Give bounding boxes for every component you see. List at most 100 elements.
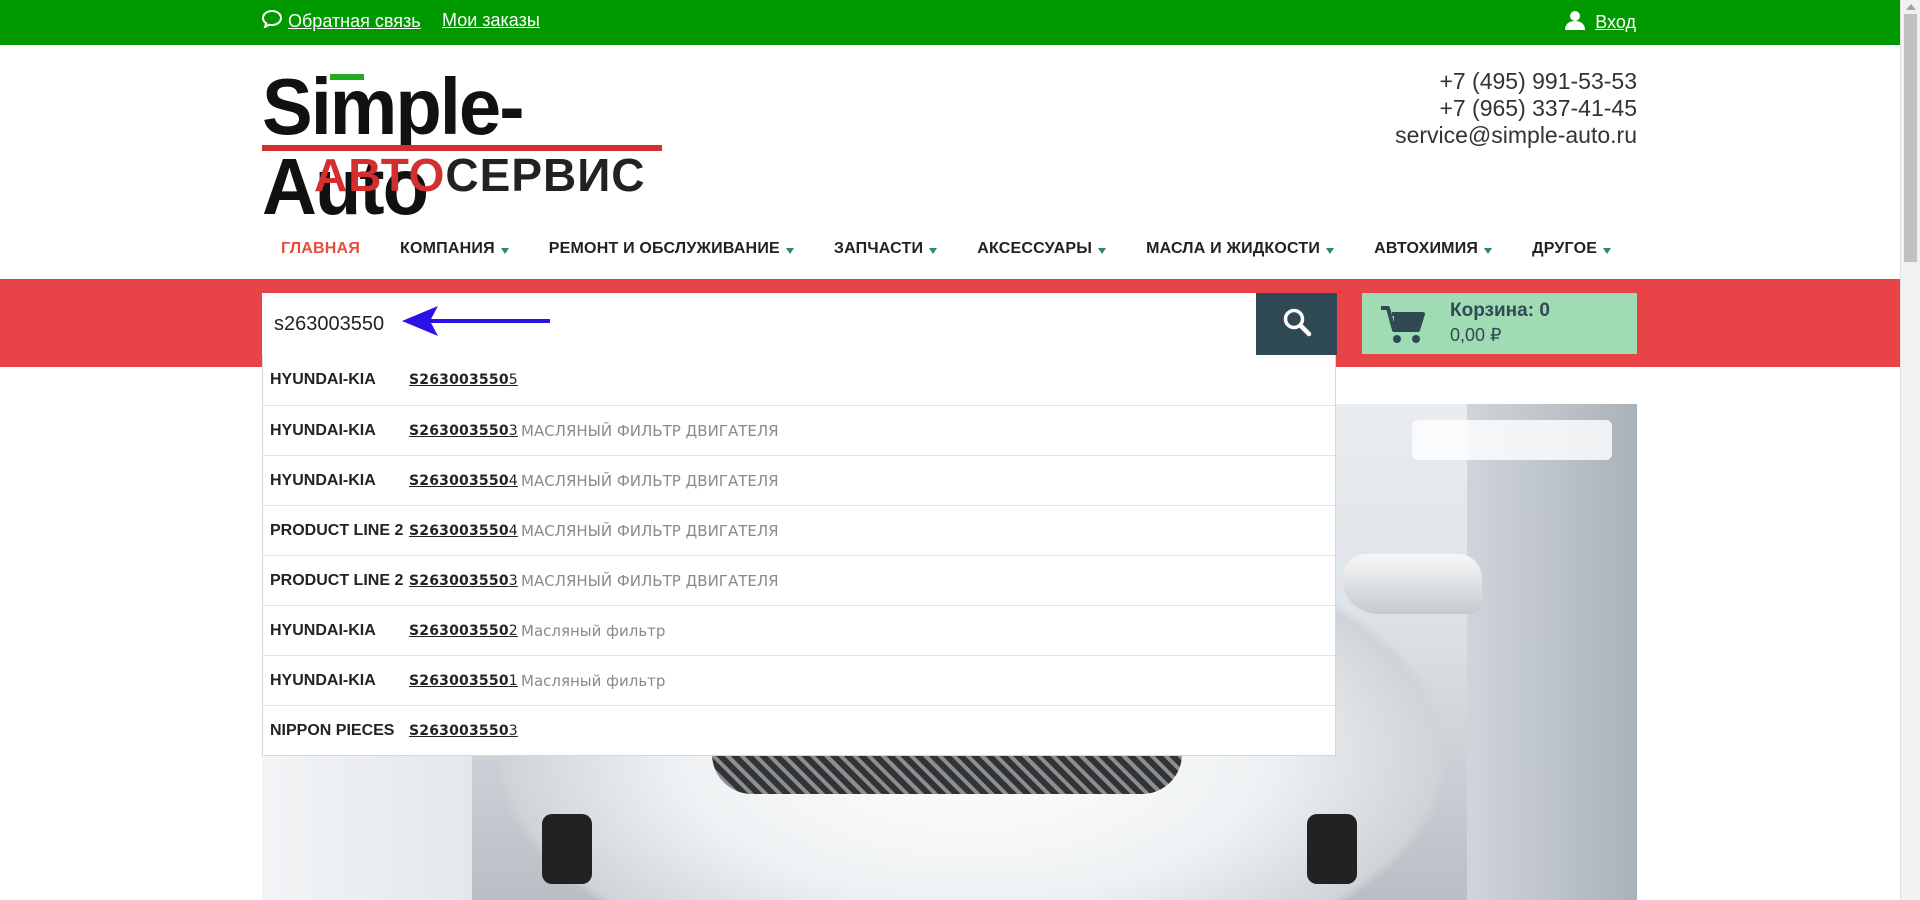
suggestion-code[interactable]: S2630035504 bbox=[409, 523, 521, 539]
caret-down-icon bbox=[929, 248, 938, 254]
suggestion-desc: МАСЛЯНЫЙ ФИЛЬТР ДВИГАТЕЛЯ bbox=[521, 521, 779, 540]
suggestion-code[interactable]: S2630035503 bbox=[409, 573, 521, 589]
caret-down-icon bbox=[785, 248, 794, 254]
caret-down-icon bbox=[1484, 248, 1493, 254]
hero-car-foglamp-left bbox=[542, 814, 592, 884]
nav-item-label: АКСЕССУАРЫ bbox=[977, 240, 1093, 257]
contacts-block: +7 (495) 991-53-53 +7 (965) 337-41-45 se… bbox=[1395, 68, 1637, 149]
logo-subtitle: АВТОСЕРВИС bbox=[314, 150, 646, 201]
logo-subtitle-dark: СЕРВИС bbox=[445, 149, 646, 201]
logo-green-mark bbox=[330, 74, 364, 80]
search-icon bbox=[1282, 307, 1312, 342]
suggestion-code-rest: 3 bbox=[508, 722, 518, 739]
email[interactable]: service@simple-auto.ru bbox=[1395, 122, 1637, 149]
page-scrollbar[interactable] bbox=[1900, 0, 1920, 900]
suggestion-code[interactable]: S2630035503 bbox=[409, 423, 521, 439]
suggestion-row[interactable]: HYUNDAI-KIA S2630035501 Масляный фильтр bbox=[263, 655, 1335, 705]
orders-link[interactable]: Мои заказы bbox=[442, 10, 540, 31]
nav-item-label: ГЛАВНАЯ bbox=[281, 240, 361, 257]
suggestion-code[interactable]: S2630035505 bbox=[409, 372, 521, 388]
suggestion-code[interactable]: S2630035504 bbox=[409, 473, 521, 489]
suggestion-desc: МАСЛЯНЫЙ ФИЛЬТР ДВИГАТЕЛЯ bbox=[521, 571, 779, 590]
feedback-label: Обратная связь bbox=[288, 11, 421, 31]
suggestion-desc: Масляный фильтр bbox=[521, 621, 666, 640]
nav-item-label: МАСЛА И ЖИДКОСТИ bbox=[1146, 240, 1321, 257]
suggestion-code-match: S263003550 bbox=[409, 372, 509, 388]
login-label: Вход bbox=[1595, 12, 1636, 32]
hero-car-mirror bbox=[1342, 554, 1482, 614]
cart-sum: 0,00 ₽ bbox=[1450, 325, 1502, 345]
suggestion-desc: МАСЛЯНЫЙ ФИЛЬТР ДВИГАТЕЛЯ bbox=[521, 471, 779, 490]
suggestion-desc: Масляный фильтр bbox=[521, 671, 666, 690]
suggestion-code[interactable]: S2630035502 bbox=[409, 623, 521, 639]
suggestion-code-match: S263003550 bbox=[409, 672, 509, 689]
cart-title: Корзина: 0 bbox=[1450, 300, 1550, 321]
suggestion-code-rest: 3 bbox=[508, 422, 518, 439]
login-link[interactable]: Вход bbox=[1565, 10, 1636, 35]
nav-item-parts[interactable]: ЗАПЧАСТИ bbox=[833, 240, 938, 258]
hero-wall-right bbox=[1467, 404, 1637, 900]
nav-item-company[interactable]: КОМПАНИЯ bbox=[400, 240, 509, 258]
suggestion-code-match: S263003550 bbox=[409, 472, 509, 489]
hero-car-foglamp-right bbox=[1307, 814, 1357, 884]
suggestion-code-match: S263003550 bbox=[409, 522, 509, 539]
suggestion-code-rest: 4 bbox=[508, 472, 518, 489]
main-nav: ГЛАВНАЯ КОМПАНИЯ РЕМОНТ И ОБСЛУЖИВАНИЕ З… bbox=[262, 236, 1651, 262]
nav-item-oils[interactable]: МАСЛА И ЖИДКОСТИ bbox=[1146, 240, 1335, 258]
scroll-up-icon[interactable] bbox=[1906, 4, 1916, 10]
suggestion-code-rest: 2 bbox=[508, 622, 518, 639]
suggestion-code-rest: 3 bbox=[508, 572, 518, 589]
suggestion-row[interactable]: HYUNDAI-KIA S2630035502 Масляный фильтр bbox=[263, 605, 1335, 655]
nav-item-label: ДРУГОЕ bbox=[1532, 240, 1598, 257]
caret-down-icon bbox=[1098, 248, 1107, 254]
suggestion-brand: PRODUCT LINE 2 bbox=[270, 571, 404, 589]
feedback-link[interactable]: Обратная связь bbox=[261, 9, 421, 33]
chat-bubble-icon bbox=[261, 9, 283, 33]
caret-down-icon bbox=[1326, 248, 1335, 254]
nav-item-label: АВТОХИМИЯ bbox=[1374, 240, 1479, 257]
suggestion-row[interactable]: HYUNDAI-KIA S2630035504 МАСЛЯНЫЙ ФИЛЬТР … bbox=[263, 455, 1335, 505]
caret-down-icon bbox=[1603, 248, 1612, 254]
nav-item-repair[interactable]: РЕМОНТ И ОБСЛУЖИВАНИЕ bbox=[549, 240, 794, 258]
suggestion-code[interactable]: S2630035503 bbox=[409, 723, 521, 739]
nav-item-chemistry[interactable]: АВТОХИМИЯ bbox=[1374, 240, 1493, 258]
suggestion-brand: HYUNDAI-KIA bbox=[270, 621, 376, 639]
scrollbar-thumb[interactable] bbox=[1904, 14, 1917, 262]
phone-2[interactable]: +7 (965) 337-41-45 bbox=[1395, 95, 1637, 122]
suggestion-brand: HYUNDAI-KIA bbox=[270, 471, 376, 489]
suggestion-brand: HYUNDAI-KIA bbox=[270, 671, 376, 689]
nav-item-label: ЗАПЧАСТИ bbox=[833, 240, 924, 257]
suggestion-code-rest: 1 bbox=[508, 672, 518, 689]
logo-subtitle-red: АВТО bbox=[314, 149, 446, 201]
suggestion-row[interactable]: NIPPON PIECES S2630035503 bbox=[263, 705, 1335, 755]
suggestion-code-match: S263003550 bbox=[409, 722, 509, 739]
cart-widget[interactable]: Корзина: 0 0,00 ₽ bbox=[1362, 293, 1637, 354]
suggestion-row[interactable]: PRODUCT LINE 2 S2630035503 МАСЛЯНЫЙ ФИЛЬ… bbox=[263, 555, 1335, 605]
suggestion-row[interactable]: PRODUCT LINE 2 S2630035504 МАСЛЯНЫЙ ФИЛЬ… bbox=[263, 505, 1335, 555]
cart-icon bbox=[1380, 305, 1426, 350]
annotation-arrow-icon bbox=[402, 304, 552, 343]
search-button[interactable] bbox=[1256, 293, 1337, 355]
user-icon bbox=[1565, 10, 1586, 35]
suggestion-row[interactable]: HYUNDAI-KIA S2630035503 МАСЛЯНЫЙ ФИЛЬТР … bbox=[263, 405, 1335, 455]
suggestion-code-match: S263003550 bbox=[409, 572, 509, 589]
suggestion-code-match: S263003550 bbox=[409, 422, 509, 439]
phone-1[interactable]: +7 (495) 991-53-53 bbox=[1395, 68, 1637, 95]
suggestion-brand: HYUNDAI-KIA bbox=[270, 371, 376, 388]
suggestion-brand: PRODUCT LINE 2 bbox=[270, 521, 404, 539]
suggestion-code-rest: 4 bbox=[508, 522, 518, 539]
top-bar: Обратная связь Мои заказы Вход bbox=[0, 0, 1900, 45]
nav-item-accessories[interactable]: АКСЕССУАРЫ bbox=[977, 240, 1107, 258]
suggestion-brand: NIPPON PIECES bbox=[270, 721, 395, 739]
suggestion-code-match: S263003550 bbox=[409, 622, 509, 639]
nav-item-other[interactable]: ДРУГОЕ bbox=[1532, 240, 1612, 258]
nav-item-home[interactable]: ГЛАВНАЯ bbox=[281, 240, 360, 258]
hero-window bbox=[1412, 420, 1612, 460]
site-logo[interactable]: Simple-Auto АВТОСЕРВИС bbox=[262, 67, 662, 227]
suggestion-desc: МАСЛЯНЫЙ ФИЛЬТР ДВИГАТЕЛЯ bbox=[521, 421, 779, 440]
suggestion-brand: HYUNDAI-KIA bbox=[270, 421, 376, 439]
nav-item-label: КОМПАНИЯ bbox=[400, 240, 495, 257]
search-suggestions: HYUNDAI-KIA S2630035505 HYUNDAI-KIA S263… bbox=[262, 355, 1336, 756]
suggestion-code[interactable]: S2630035501 bbox=[409, 673, 521, 689]
suggestion-row[interactable]: HYUNDAI-KIA S2630035505 bbox=[263, 355, 1335, 405]
